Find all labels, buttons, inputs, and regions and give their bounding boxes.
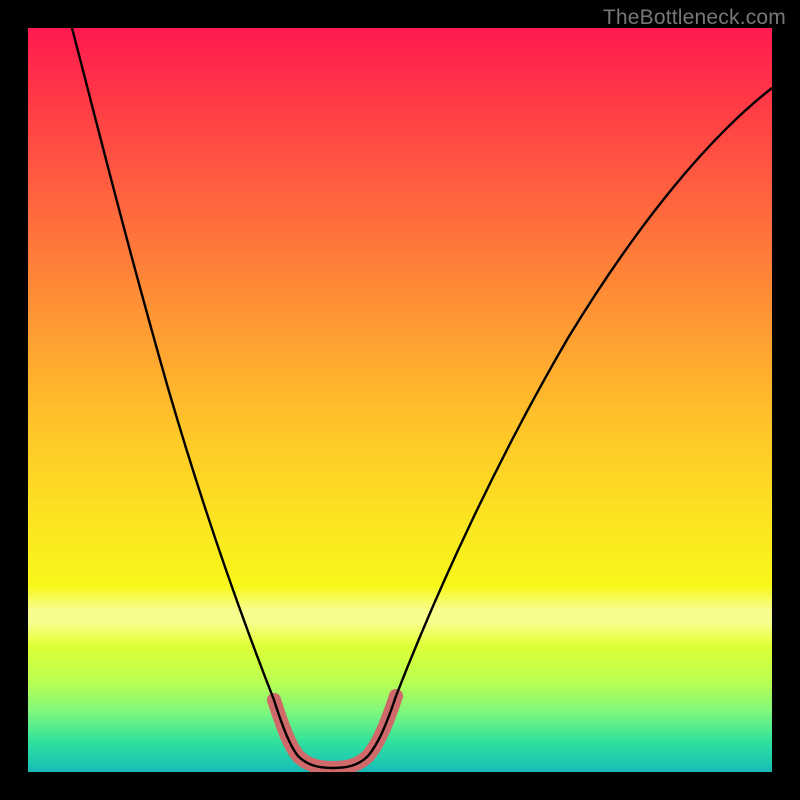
plot-area — [28, 28, 772, 772]
watermark-text: TheBottleneck.com — [603, 6, 786, 30]
curve-svg — [28, 28, 772, 772]
chart-frame: TheBottleneck.com — [0, 0, 800, 800]
highlight-segment — [274, 696, 396, 768]
bottleneck-curve-path — [72, 28, 772, 768]
